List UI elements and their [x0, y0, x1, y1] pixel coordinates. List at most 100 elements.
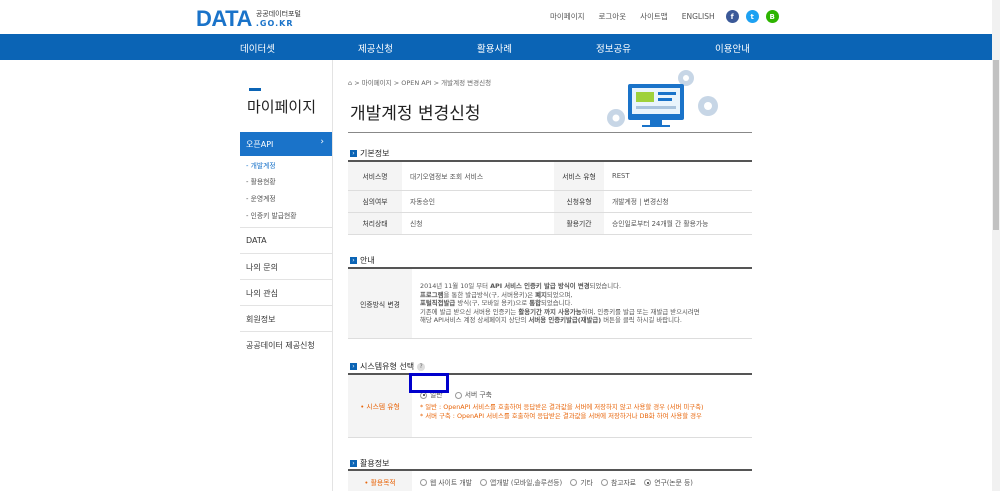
help-icon[interactable]: ? — [417, 362, 426, 371]
section-marker-icon: › — [350, 363, 357, 370]
system-type-options: 일반 서버 구축 — [420, 391, 746, 400]
gnb-item-usecase[interactable]: 활용사례 — [477, 41, 512, 55]
table-cell: 대기오염정보 조회 서비스 — [402, 161, 554, 191]
page-scrollbar[interactable] — [992, 0, 1000, 491]
section-heading-notice: › 안내 — [350, 255, 375, 266]
page-title: 개발계정 변경신청 — [350, 104, 481, 124]
notice-text-span: 되었으며, — [546, 290, 573, 299]
notice-text-span: 포털직접발급 — [420, 299, 456, 308]
radio-server-label: 서버 구축 — [464, 391, 492, 400]
section-heading-system: › 시스템유형 선택 ? — [350, 361, 426, 372]
breadcrumb-path: > 마이페이지 > OPEN API > 개발계정 변경신청 — [354, 79, 492, 87]
gnb-item-guide[interactable]: 이용안내 — [715, 41, 750, 55]
radio-research[interactable] — [644, 479, 652, 486]
util-link-sitemap[interactable]: 사이트맵 — [640, 11, 668, 22]
notice-line-3: 포털직접발급 방식(구, 모바일 용키)으로 통합되었습니다. — [420, 299, 746, 308]
radio-option-website[interactable]: 웹 사이트 개발 — [420, 477, 472, 487]
table-header-cell: 서비스명 — [348, 161, 402, 191]
gnb-item-info-share[interactable]: 정보공유 — [596, 41, 631, 55]
sidebar-sub-op-account[interactable]: - 운영계정 — [246, 193, 276, 203]
home-icon[interactable]: ⌂ — [348, 79, 352, 87]
section-title-basic: 기본정보 — [360, 149, 390, 158]
radio-server[interactable] — [454, 391, 462, 399]
notice-text-span: 하며, 인증키를 발급 또는 재발급 받으시려면 — [581, 307, 700, 316]
logo-sub: 공공데이터포털 .GO.KR — [256, 10, 301, 28]
notice-text-span: 폐지 — [535, 290, 547, 299]
table-header-cell: 처리상태 — [348, 212, 402, 235]
table-cell: 신청 — [402, 212, 554, 235]
radio-reference[interactable] — [601, 479, 609, 486]
table-row: 인증방식 변경 2014년 11월 10일 부터 API 서비스 인증키 발급 … — [348, 268, 752, 339]
radio-reference-label: 참고자료 — [611, 478, 637, 487]
twitter-icon[interactable]: t — [745, 10, 759, 23]
facebook-icon[interactable]: f — [725, 10, 739, 23]
chevron-right-icon: › — [320, 137, 324, 147]
radio-research-label: 연구(논문 등) — [654, 478, 693, 487]
notice-text-span: 프로그램 — [420, 290, 444, 299]
table-header-cell: • 시스템 유형 — [348, 374, 412, 438]
sidebar-item-openapi[interactable]: 오픈API › — [240, 132, 332, 156]
radio-website[interactable] — [420, 479, 427, 486]
system-type-cell: 일반 서버 구축 * 일반 : OpenAPI 서비스를 호출하여 응답받은 결… — [412, 374, 752, 438]
table-row: • 활용목적 웹 사이트 개발 앱개발 (모바일,솔루션등) 기타 참고자료 연… — [348, 470, 752, 491]
notice-table: 인증방식 변경 2014년 11월 10일 부터 API 서비스 인증키 발급 … — [348, 267, 752, 339]
notice-text-span: 되었습니다. — [540, 299, 573, 308]
radio-option-server[interactable]: 서버 구축 — [454, 391, 492, 400]
sidebar-sub-key-status[interactable]: - 인증키 발급현황 — [246, 210, 297, 220]
util-link-english[interactable]: ENGLISH — [682, 12, 715, 21]
sidebar-item-openapi-label: 오픈API — [246, 140, 274, 149]
sidebar-item-provide-request[interactable]: 공공데이터 제공신청 — [240, 332, 332, 358]
table-header-cell: 심의여부 — [348, 190, 402, 213]
sidebar-item-member[interactable]: 회원정보 — [240, 306, 332, 332]
usage-table: • 활용목적 웹 사이트 개발 앱개발 (모바일,솔루션등) 기타 참고자료 연… — [348, 469, 752, 491]
table-cell: 승인일로부터 24개월 간 활용가능 — [604, 212, 752, 235]
section-marker-icon: › — [350, 150, 357, 157]
system-desc-server: * 서버 구축 : OpenAPI 서비스를 호출하여 응답받은 결과값을 서버… — [420, 412, 702, 421]
sidebar: 마이페이지 오픈API › - 개발계정 - 활용현황 - 운영계정 - 인증키… — [240, 60, 334, 491]
gnb-item-request[interactable]: 제공신청 — [358, 41, 393, 55]
util-link-mypage[interactable]: 마이페이지 — [550, 11, 585, 22]
blog-icon[interactable]: B — [765, 10, 779, 23]
notice-line-2: 프로그램을 통한 발급방식(구, 서버용키)은 폐지되었으며, — [420, 291, 746, 300]
table-header-cell: 신청유형 — [554, 190, 604, 213]
notice-text-span: 방식(구, 모바일 용키)으로 — [455, 299, 530, 308]
notice-text-span: API 서비스 인증키 발급 방식이 변경 — [490, 281, 590, 290]
gnb-item-dataset[interactable]: 데이터셋 — [240, 41, 275, 55]
sidebar-sub-usage[interactable]: - 활용현황 — [246, 176, 276, 186]
sidebar-item-interest[interactable]: 나의 관심 — [240, 280, 332, 306]
title-underline — [348, 132, 752, 133]
radio-option-etc[interactable]: 기타 — [570, 477, 593, 487]
util-link-logout[interactable]: 로그아웃 — [599, 11, 627, 22]
radio-app[interactable] — [480, 479, 488, 486]
radio-etc[interactable] — [570, 479, 578, 486]
usage-options-cell: 웹 사이트 개발 앱개발 (모바일,솔루션등) 기타 참고자료 연구(논문 등) — [412, 470, 752, 491]
utility-nav: 마이페이지 로그아웃 사이트맵 ENGLISH f t B — [550, 10, 779, 23]
sidebar-sub-dev-account[interactable]: - 개발계정 — [246, 160, 276, 170]
notice-line-5: 해당 API서비스 계정 상세페이지 상단의 서버용 인증키발급(재발급) 버튼… — [420, 316, 746, 325]
sidebar-item-data[interactable]: DATA — [240, 228, 332, 254]
breadcrumb: ⌂ > 마이페이지 > OPEN API > 개발계정 변경신청 — [348, 77, 491, 87]
sidebar-title-accent — [249, 88, 261, 91]
notice-text-span: 2014년 11월 10일 부터 — [420, 281, 491, 290]
notice-text-span: 버튼을 클릭 하시길 바랍니다. — [601, 316, 682, 325]
radio-website-label: 웹 사이트 개발 — [430, 478, 472, 487]
notice-text: 2014년 11월 10일 부터 API 서비스 인증키 발급 방식이 변경되었… — [412, 268, 752, 339]
site-logo[interactable]: DATA 공공데이터포털 .GO.KR — [196, 6, 301, 32]
radio-option-reference[interactable]: 참고자료 — [601, 477, 636, 487]
selection-highlight-box — [409, 373, 449, 393]
radio-option-app[interactable]: 앱개발 (모바일,솔루션등) — [480, 477, 562, 487]
section-title-system: 시스템유형 선택 — [360, 362, 415, 371]
section-heading-basic: › 기본정보 — [350, 148, 389, 159]
section-title-usage: 활용정보 — [360, 459, 390, 468]
radio-option-research[interactable]: 연구(논문 등) — [644, 477, 693, 487]
table-header-cell: 서비스 유형 — [554, 161, 604, 191]
table-row: 처리상태 신청 활용기간 승인일로부터 24개월 간 활용가능 — [348, 212, 752, 235]
scrollbar-thumb[interactable] — [993, 60, 999, 230]
notice-text-span: 통합 — [529, 299, 541, 308]
notice-text-span: 활용기간 까지 사용가능 — [518, 307, 582, 316]
table-header-cell: • 활용목적 — [348, 470, 412, 491]
notice-line-1: 2014년 11월 10일 부터 API 서비스 인증키 발급 방식이 변경되었… — [420, 282, 746, 291]
sidebar-item-inquiry[interactable]: 나의 문의 — [240, 254, 332, 280]
section-marker-icon: › — [350, 460, 357, 467]
top-header: DATA 공공데이터포털 .GO.KR 마이페이지 로그아웃 사이트맵 ENGL… — [0, 0, 1000, 34]
